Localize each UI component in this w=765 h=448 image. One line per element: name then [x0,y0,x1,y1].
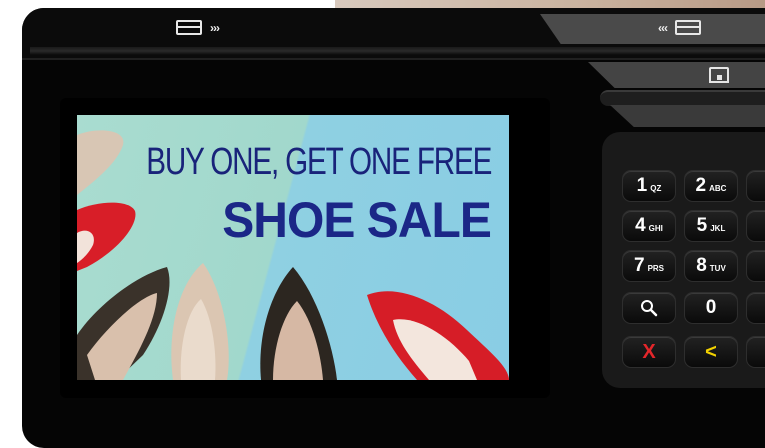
keypad-top-slope [610,105,765,127]
key-back[interactable]: < [684,336,738,368]
chip-reader-slope [588,62,765,88]
key-3[interactable] [746,170,765,202]
terminal-groove [30,47,765,55]
key-7[interactable]: 7 PRS [622,250,676,282]
key-search[interactable] [622,292,676,324]
display-screen: BUY ONE, GET ONE FREE SHOE SALE [77,115,509,380]
key-1[interactable]: 1 QZ [622,170,676,202]
cancel-icon: X [642,340,656,363]
card-reader-left[interactable]: ››› [176,20,220,35]
key-4[interactable]: 4 GHI [622,210,676,242]
key-9[interactable] [746,250,765,282]
card-reader-right[interactable]: ‹‹‹ [658,20,701,35]
key-2[interactable]: 2 ABC [684,170,738,202]
search-icon [641,300,658,317]
swipe-arrows-right: ››› [210,20,220,35]
key-5[interactable]: 5 JKL [684,210,738,242]
key-8[interactable]: 8 TUV [684,250,738,282]
key-6[interactable] [746,210,765,242]
headline-promo: BUY ONE, GET ONE FREE [146,141,492,183]
chip-card-icon [709,67,729,83]
key-cancel[interactable]: X [622,336,676,368]
terminal-top-slope [540,14,765,44]
swipe-arrows-left: ‹‹‹ [658,20,668,35]
back-icon: < [705,340,717,363]
key-0[interactable]: 0 [684,292,738,324]
headline-sale: SHOE SALE [222,192,492,248]
pin-pad: 1 QZ 2 ABC 4 GHI 5 JKL 7 PRS 8 TUV 0 X < [602,132,765,388]
key-enter[interactable] [746,336,765,368]
key-function[interactable] [746,292,765,324]
card-icon [675,20,701,35]
chip-card-slot[interactable] [600,90,765,106]
card-icon [176,20,202,35]
shoe-beige-top [77,130,124,195]
